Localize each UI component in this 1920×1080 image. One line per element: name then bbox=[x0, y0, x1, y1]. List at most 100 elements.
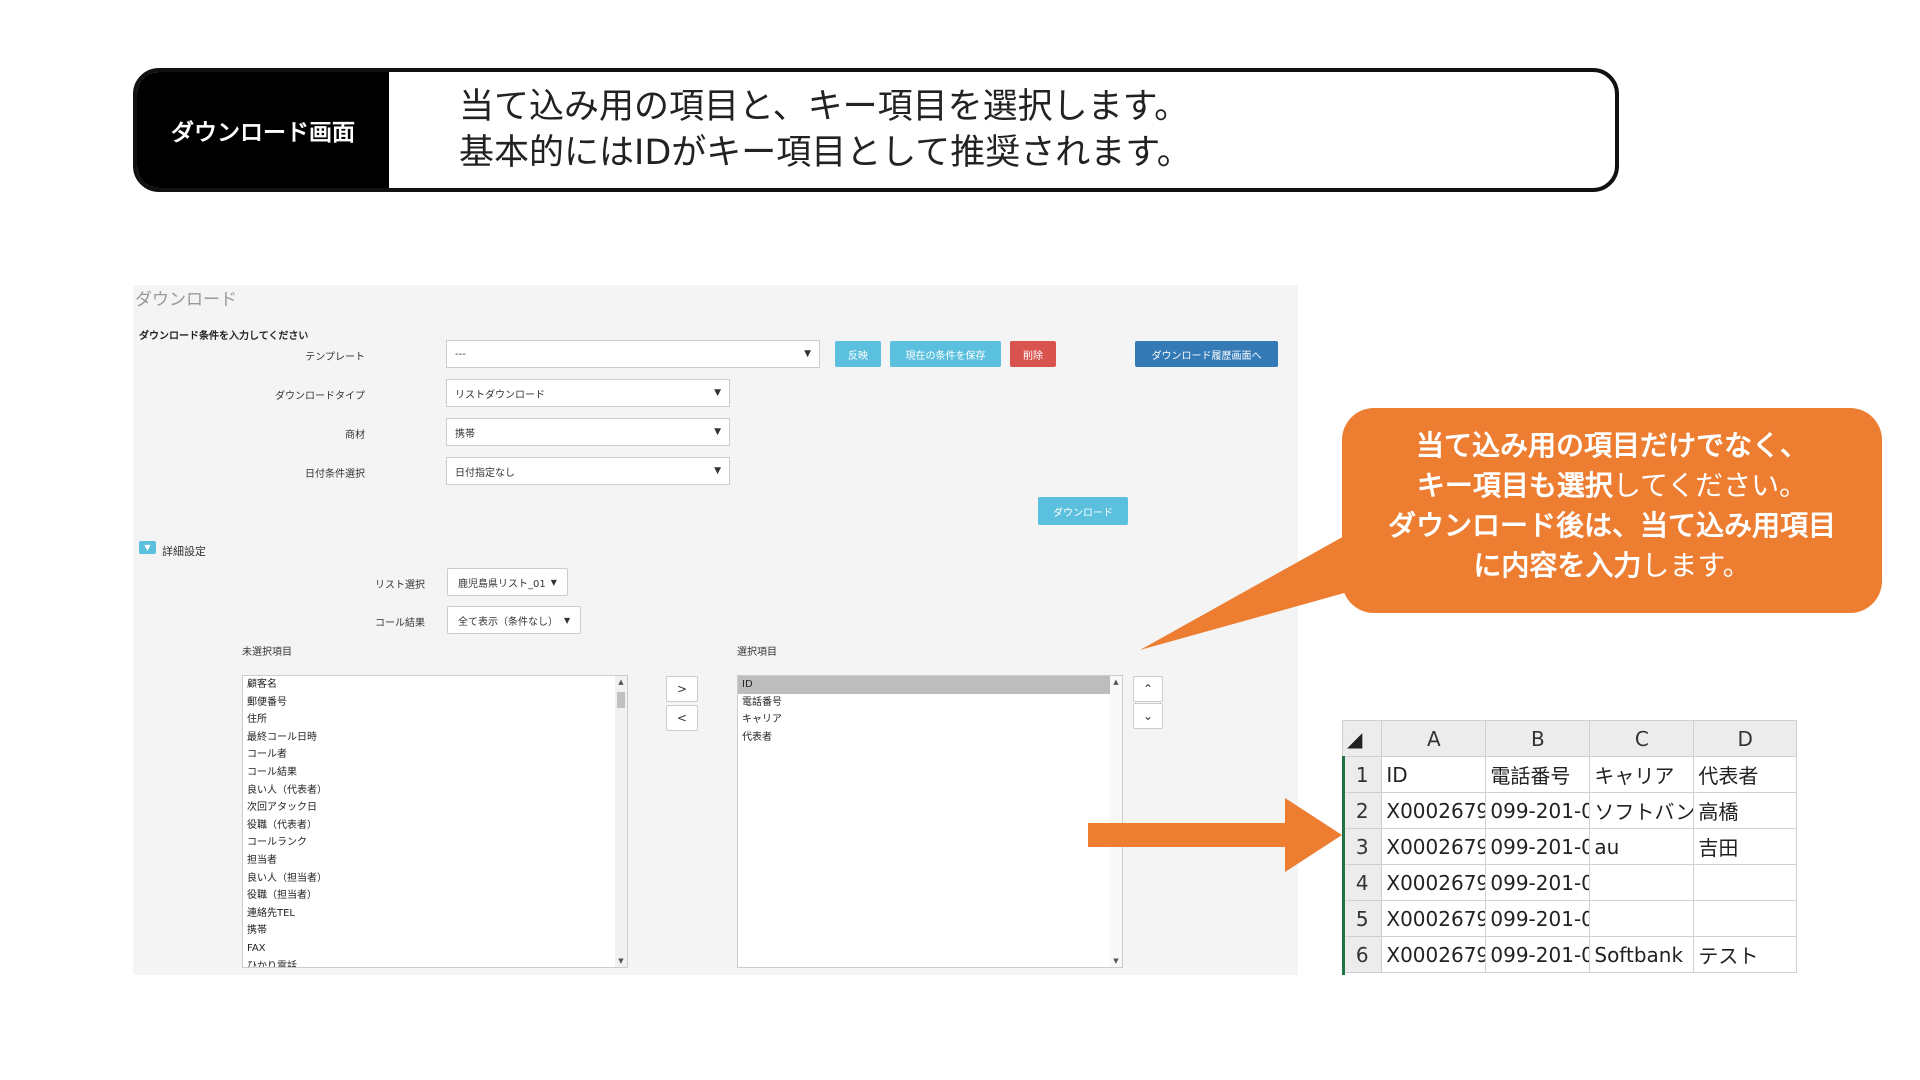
cell[interactable]: X00026793 bbox=[1381, 900, 1487, 937]
cell[interactable]: 代表者 bbox=[1693, 756, 1797, 793]
chevron-down-icon: ▼ bbox=[804, 349, 811, 359]
cell[interactable]: X00026790 bbox=[1381, 792, 1487, 829]
row-number[interactable]: 3 bbox=[1342, 828, 1383, 865]
list-item[interactable]: 最終コール日時 bbox=[243, 729, 627, 747]
column-header[interactable]: D bbox=[1693, 720, 1797, 757]
list-item[interactable]: コール者 bbox=[243, 746, 627, 764]
list-item[interactable]: ひかり電話 bbox=[243, 958, 627, 968]
list-item[interactable]: 役職（担当者） bbox=[243, 887, 627, 905]
table-row: 3 X00026791 099-201-0 au 吉田 bbox=[1342, 828, 1797, 865]
select-all-corner[interactable]: ◢ bbox=[1342, 720, 1383, 757]
cell[interactable]: X00026791 bbox=[1381, 828, 1487, 865]
list-item[interactable]: 良い人（代表者） bbox=[243, 782, 627, 800]
callout-text-bold: に内容を入力 bbox=[1473, 549, 1642, 582]
column-header-row: ◢ A B C D bbox=[1342, 720, 1797, 757]
list-item[interactable]: 顧客名 bbox=[243, 676, 627, 694]
cell[interactable]: 099-201-0012 bbox=[1485, 900, 1591, 937]
cell[interactable] bbox=[1693, 900, 1797, 937]
download-type-value: リストダウンロード bbox=[455, 389, 545, 401]
cell[interactable]: 099-201-0 bbox=[1485, 936, 1591, 973]
move-left-button[interactable]: < bbox=[666, 705, 698, 731]
move-down-button[interactable]: ⌄ bbox=[1133, 703, 1163, 729]
list-item[interactable]: 役職（代表者） bbox=[243, 817, 627, 835]
cell[interactable]: 電話番号 bbox=[1485, 756, 1591, 793]
list-item[interactable]: 良い人（担当者） bbox=[243, 870, 627, 888]
delete-button[interactable]: 削除 bbox=[1010, 341, 1056, 367]
cell[interactable] bbox=[1693, 864, 1797, 901]
row-number[interactable]: 5 bbox=[1342, 900, 1383, 937]
cell[interactable] bbox=[1589, 864, 1695, 901]
product-label: 商材 bbox=[345, 430, 365, 441]
callout-text: 当て込み用の項目だけでなく、 bbox=[1415, 429, 1808, 462]
table-row: 6 X00026794 099-201-0 Softbank テスト bbox=[1342, 936, 1797, 973]
cell[interactable]: ソフトバンク bbox=[1589, 792, 1695, 829]
column-header[interactable]: A bbox=[1381, 720, 1487, 757]
list-item[interactable]: 住所 bbox=[243, 711, 627, 729]
list-item[interactable]: キャリア bbox=[738, 711, 1122, 729]
cell[interactable] bbox=[1589, 900, 1695, 937]
scroll-up-icon[interactable]: ▲ bbox=[615, 678, 627, 686]
list-item[interactable]: ID bbox=[738, 676, 1122, 694]
call-result-dropdown[interactable]: 全て表示（条件なし） ▼ bbox=[447, 606, 582, 634]
download-button[interactable]: ダウンロード bbox=[1038, 497, 1128, 525]
cell[interactable]: X00026792 bbox=[1381, 864, 1487, 901]
cell[interactable]: 吉田 bbox=[1693, 828, 1797, 865]
scrollbar[interactable]: ▲ ▼ bbox=[615, 676, 627, 967]
row-number[interactable]: 6 bbox=[1342, 936, 1383, 973]
list-item[interactable]: 次回アタック日 bbox=[243, 799, 627, 817]
scroll-thumb[interactable] bbox=[617, 692, 625, 708]
banner-line-1: 当て込み用の項目と、キー項目を選択します。 bbox=[459, 87, 1190, 127]
list-item[interactable]: コールランク bbox=[243, 834, 627, 852]
date-condition-value: 日付指定なし bbox=[455, 467, 515, 479]
cell[interactable]: ID bbox=[1381, 756, 1487, 793]
cell[interactable]: キャリア bbox=[1589, 756, 1695, 793]
list-item[interactable]: 連絡先TEL bbox=[243, 905, 627, 923]
cell[interactable]: Softbank bbox=[1589, 936, 1695, 973]
cell[interactable]: 099-201-0 bbox=[1485, 792, 1591, 829]
cell[interactable]: X00026794 bbox=[1381, 936, 1487, 973]
scroll-down-icon[interactable]: ▼ bbox=[1110, 957, 1122, 965]
list-item[interactable]: 携帯 bbox=[243, 922, 627, 940]
scroll-up-icon[interactable]: ▲ bbox=[1110, 678, 1122, 686]
column-header[interactable]: C bbox=[1589, 720, 1695, 757]
save-conditions-button[interactable]: 現在の条件を保存 bbox=[890, 341, 1001, 367]
product-select[interactable]: 携帯 ▼ bbox=[446, 418, 730, 446]
list-item[interactable]: FAX bbox=[243, 940, 627, 958]
scroll-down-icon[interactable]: ▼ bbox=[615, 957, 627, 965]
list-item[interactable]: 代表者 bbox=[738, 729, 1122, 747]
cell[interactable]: 高橋 bbox=[1693, 792, 1797, 829]
spreadsheet-preview: ◢ A B C D 1 ID 電話番号 キャリア 代表者 2 X00026790… bbox=[1342, 720, 1797, 975]
move-up-button[interactable]: ⌃ bbox=[1133, 676, 1163, 702]
list-item[interactable]: コール結果 bbox=[243, 764, 627, 782]
list-item[interactable]: 担当者 bbox=[243, 852, 627, 870]
date-condition-label: 日付条件選択 bbox=[305, 469, 365, 480]
move-right-button[interactable]: > bbox=[666, 676, 698, 702]
date-condition-select[interactable]: 日付指定なし ▼ bbox=[446, 457, 730, 485]
list-item[interactable]: 電話番号 bbox=[738, 694, 1122, 712]
download-type-select[interactable]: リストダウンロード ▼ bbox=[446, 379, 730, 407]
callout-line-1: 当て込み用の項目だけでなく、 bbox=[1342, 426, 1882, 466]
row-number[interactable]: 1 bbox=[1342, 756, 1383, 793]
table-row: 4 X00026792 099-201-0010 bbox=[1342, 864, 1797, 901]
cell[interactable]: 099-201-0010 bbox=[1485, 864, 1591, 901]
cell[interactable]: au bbox=[1589, 828, 1695, 865]
cell[interactable]: 099-201-0 bbox=[1485, 828, 1591, 865]
list-select-dropdown[interactable]: 鹿児島県リスト_01 ▼ bbox=[447, 568, 568, 596]
table-row: 2 X00026790 099-201-0 ソフトバンク 高橋 bbox=[1342, 792, 1797, 829]
list-item[interactable]: 郵便番号 bbox=[243, 694, 627, 712]
unselected-items-listbox[interactable]: 顧客名 郵便番号 住所 最終コール日時 コール者 コール結果 良い人（代表者） 次回アタック日… bbox=[242, 675, 628, 968]
scrollbar[interactable]: ▲ ▼ bbox=[1110, 676, 1122, 967]
list-select-value: 鹿児島県リスト_01 bbox=[458, 578, 546, 590]
call-result-label: コール結果 bbox=[375, 618, 425, 629]
row-number[interactable]: 2 bbox=[1342, 792, 1383, 829]
collapse-toggle-icon[interactable]: ▼ bbox=[139, 541, 156, 554]
reflect-button[interactable]: 反映 bbox=[835, 341, 881, 367]
column-header[interactable]: B bbox=[1485, 720, 1591, 757]
download-history-button[interactable]: ダウンロード履歴画面へ bbox=[1135, 341, 1278, 367]
cell[interactable]: テスト bbox=[1693, 936, 1797, 973]
header-banner: ダウンロード画面 当て込み用の項目と、キー項目を選択します。 基本的にはIDがキ… bbox=[133, 68, 1619, 192]
template-select[interactable]: --- ▼ bbox=[446, 340, 820, 368]
row-number[interactable]: 4 bbox=[1342, 864, 1383, 901]
caret-down-icon: ▼ bbox=[550, 577, 557, 587]
selected-items-listbox[interactable]: ID 電話番号 キャリア 代表者 ▲ ▼ bbox=[737, 675, 1123, 968]
